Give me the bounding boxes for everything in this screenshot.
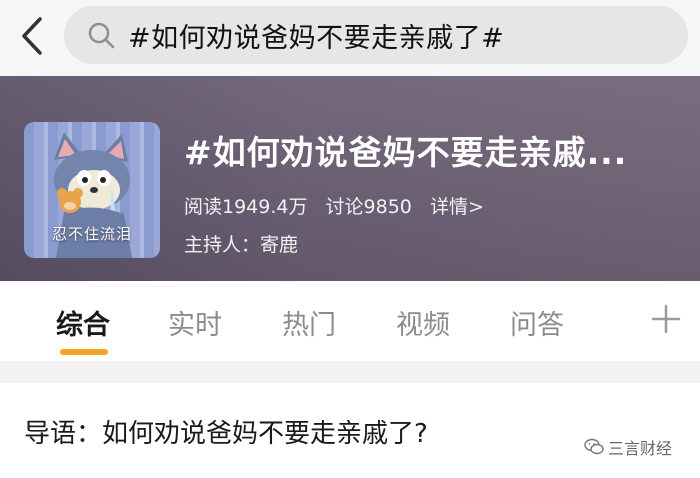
wechat-icon: [584, 438, 604, 455]
active-tab-indicator: [60, 349, 108, 355]
section-divider: [0, 361, 700, 383]
search-input[interactable]: #如何劝说爸妈不要走亲戚了#: [64, 6, 688, 64]
intro-section: 导语：如何劝说爸妈不要走亲戚了? 三言财经: [0, 383, 700, 478]
details-link[interactable]: 详情>: [430, 196, 484, 218]
tab-bar: 综合 实时 热门 视频 问答: [0, 281, 700, 361]
tab-qa[interactable]: 问答: [510, 303, 564, 342]
topic-stats: 阅读1949.4万 讨论9850 详情>: [184, 192, 496, 219]
avatar-caption: 忍不住流泪: [51, 225, 132, 243]
read-count: 阅读1949.4万: [184, 196, 308, 218]
topic-banner: 忍不住流泪 #如何劝说爸妈不要走亲戚... 阅读1949.4万 讨论9850 详…: [0, 76, 700, 281]
discussion-count: 讨论9850: [325, 196, 412, 218]
topic-host: 主持人：寄鹿: [184, 234, 299, 256]
search-query: #如何劝说爸妈不要走亲戚了#: [128, 22, 505, 54]
tab-hot[interactable]: 热门: [282, 303, 336, 342]
back-button[interactable]: [12, 14, 52, 58]
tab-realtime[interactable]: 实时: [168, 303, 222, 342]
watermark: 三言财经: [584, 435, 672, 459]
tab-comprehensive[interactable]: 综合: [56, 303, 110, 342]
topic-title: #如何劝说爸妈不要走亲戚...: [184, 133, 628, 172]
intro-text: 导语：如何劝说爸妈不要走亲戚了?: [24, 419, 428, 449]
back-arrow-icon: [22, 17, 42, 55]
top-bar: #如何劝说爸妈不要走亲戚了#: [0, 0, 700, 76]
add-tab-button[interactable]: [650, 303, 682, 335]
plus-icon: [651, 304, 681, 334]
watermark-text: 三言财经: [608, 439, 673, 458]
tab-video[interactable]: 视频: [396, 303, 450, 342]
search-icon: [86, 20, 116, 50]
topic-avatar[interactable]: 忍不住流泪: [24, 122, 160, 258]
